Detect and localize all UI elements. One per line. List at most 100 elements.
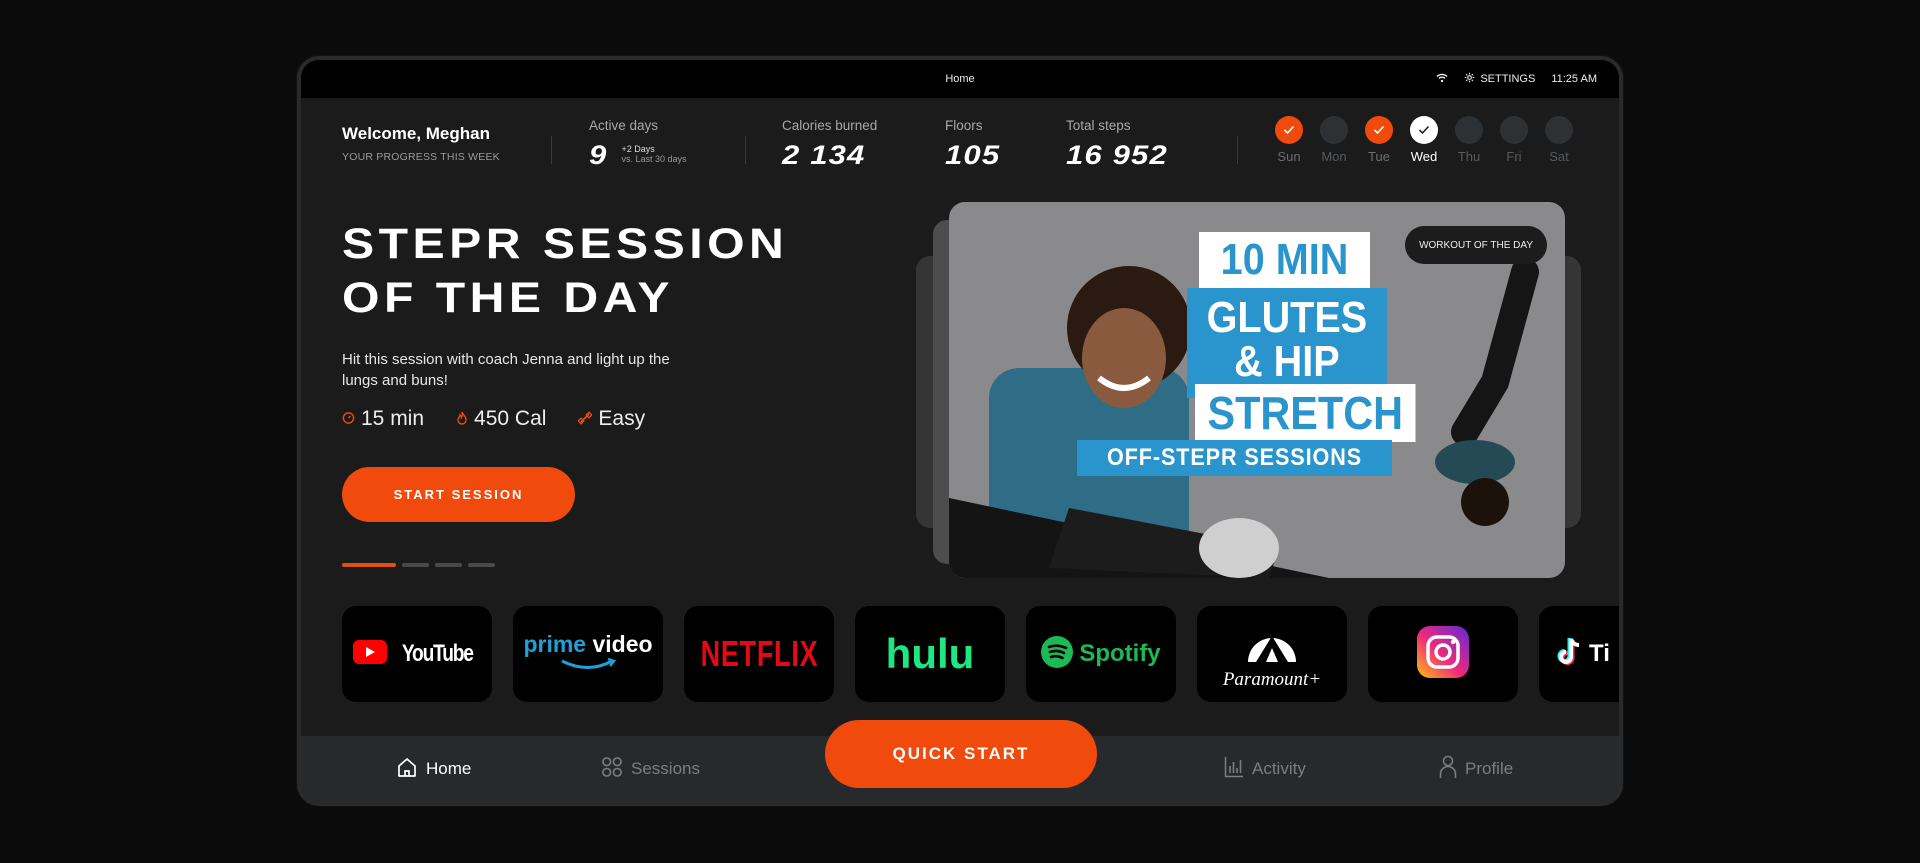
- flame-icon: [456, 411, 468, 428]
- home-icon: [396, 756, 418, 783]
- app-tiktok[interactable]: Ti: [1539, 606, 1619, 702]
- app-instagram[interactable]: [1368, 606, 1518, 702]
- app-label: Ti: [1589, 640, 1610, 667]
- page-title: Home: [945, 73, 975, 85]
- tiktok-icon: [1557, 637, 1583, 672]
- pager-dot[interactable]: [468, 563, 495, 567]
- stat-value: 9: [589, 140, 608, 170]
- welcome-subtitle: YOUR PROGRESS THIS WEEK: [342, 151, 500, 163]
- difficulty-value: Easy: [598, 407, 646, 430]
- day-label: Sat: [1549, 149, 1569, 164]
- card-headline: STRETCH: [1195, 384, 1416, 442]
- day-status-dot: [1455, 116, 1483, 144]
- app-label: hulu: [885, 630, 975, 677]
- day-fri[interactable]: Fri: [1500, 116, 1528, 164]
- app-netflix[interactable]: NETFLIX: [684, 606, 834, 702]
- app-hulu[interactable]: hulu: [855, 606, 1005, 702]
- app-paramount-plus[interactable]: Paramount+: [1197, 606, 1347, 702]
- pager-dot[interactable]: [435, 563, 462, 567]
- divider: [745, 136, 746, 164]
- card-headline: GLUTES & HIP: [1187, 288, 1387, 398]
- session-meta: 15 min 450 Cal Easy: [342, 407, 862, 431]
- carousel-pager: [342, 563, 495, 567]
- session-duration: 15 min: [342, 407, 424, 431]
- nav-sessions[interactable]: Sessions: [601, 736, 700, 802]
- day-label: Fri: [1506, 149, 1522, 164]
- pager-dot[interactable]: [402, 563, 429, 567]
- day-tue[interactable]: Tue: [1365, 116, 1393, 164]
- card-headline-line: & HIP: [1234, 337, 1340, 386]
- session-of-the-day: STEPR SESSION OF THE DAY Hit this sessio…: [342, 217, 862, 431]
- stat-value: 16 952: [1066, 140, 1168, 170]
- quick-start-button[interactable]: QUICK START: [825, 720, 1097, 788]
- dumbbell-icon: [577, 410, 594, 428]
- pager-dot[interactable]: [342, 563, 396, 567]
- calories-value: 450 Cal: [474, 407, 547, 430]
- app-label: Spotify: [1079, 640, 1161, 667]
- card-headline: 10 MIN: [1199, 232, 1370, 288]
- divider: [551, 136, 552, 164]
- workout-of-the-day-badge: WORKOUT OF THE DAY: [1405, 226, 1547, 264]
- amazon-smile-icon: [558, 657, 618, 677]
- day-status-dot: [1320, 116, 1348, 144]
- workout-of-the-day-card[interactable]: 10 MIN GLUTES & HIP STRETCH OFF-STEPR SE…: [949, 202, 1565, 578]
- welcome-greeting: Welcome, Meghan: [342, 124, 490, 143]
- hero-title-line: STEPR SESSION: [342, 220, 789, 268]
- grid-icon: [601, 756, 623, 783]
- app-prime-video[interactable]: prime video: [513, 606, 663, 702]
- stat-active-days: Active days 9 +2 Days vs. Last 30 days: [589, 118, 687, 171]
- day-label: Tue: [1368, 149, 1390, 164]
- day-label: Mon: [1321, 149, 1347, 164]
- stat-label: Total steps: [1066, 118, 1131, 133]
- app-spotify[interactable]: Spotify: [1026, 606, 1176, 702]
- welcome-block: Welcome, Meghan YOUR PROGRESS THIS WEEK: [342, 124, 500, 163]
- day-sat[interactable]: Sat: [1545, 116, 1573, 164]
- coach-photo-secondary: [1435, 262, 1539, 526]
- settings-button[interactable]: SETTINGS: [1464, 72, 1535, 86]
- settings-label: SETTINGS: [1480, 73, 1536, 85]
- nav-home[interactable]: Home: [396, 736, 471, 802]
- check-icon: [1410, 116, 1438, 144]
- paramount-mountain-icon: [1244, 618, 1300, 667]
- stat-value: 105: [945, 140, 1001, 170]
- start-session-button[interactable]: START SESSION: [342, 467, 575, 522]
- stat-delta: +2 Days: [621, 144, 655, 154]
- app-label: prime video: [523, 631, 653, 657]
- check-icon: [1275, 116, 1303, 144]
- app-youtube[interactable]: YouTube: [342, 606, 492, 702]
- stat-value: 2 134: [782, 140, 866, 170]
- stat-label: Calories burned: [782, 118, 878, 133]
- device-frame: Home SETTINGS 11:25 AM Welcome, Meghan Y…: [297, 56, 1623, 806]
- stat-compare: vs. Last 30 days: [621, 154, 687, 164]
- week-tracker: Sun Mon Tue Wed Thu Fri Sat: [1275, 116, 1573, 164]
- hero-title-line: OF THE DAY: [342, 274, 675, 322]
- status-bar: Home SETTINGS 11:25 AM: [301, 60, 1619, 98]
- youtube-icon: [352, 639, 387, 669]
- nav-label: Home: [426, 759, 472, 778]
- bar-chart-icon: [1224, 756, 1244, 783]
- clock: 11:25 AM: [1551, 73, 1597, 85]
- stat-floors: Floors 105: [945, 118, 999, 171]
- day-thu[interactable]: Thu: [1455, 116, 1483, 164]
- check-icon: [1365, 116, 1393, 144]
- nav-profile[interactable]: Profile: [1439, 736, 1513, 802]
- app-label: NETFLIX: [700, 633, 818, 674]
- nav-label: Profile: [1465, 759, 1514, 778]
- stat-steps: Total steps 16 952: [1066, 118, 1167, 171]
- hero-description: Hit this session with coach Jenna and li…: [342, 351, 670, 389]
- card-subheadline: OFF-STEPR SESSIONS: [1077, 440, 1392, 476]
- divider: [1237, 136, 1238, 164]
- nav-activity[interactable]: Activity: [1224, 736, 1306, 802]
- day-label: Thu: [1457, 149, 1481, 164]
- wifi-icon[interactable]: [1436, 73, 1448, 86]
- stat-calories: Calories burned 2 134: [782, 118, 877, 171]
- session-difficulty: Easy: [577, 407, 646, 431]
- stat-label: Floors: [945, 118, 983, 133]
- app-label: YouTube: [401, 640, 474, 667]
- day-wed[interactable]: Wed: [1410, 116, 1438, 164]
- day-mon[interactable]: Mon: [1320, 116, 1348, 164]
- instagram-icon: [1417, 625, 1469, 683]
- day-status-dot: [1500, 116, 1528, 144]
- app-label: Paramount+: [1222, 668, 1322, 690]
- day-sun[interactable]: Sun: [1275, 116, 1303, 164]
